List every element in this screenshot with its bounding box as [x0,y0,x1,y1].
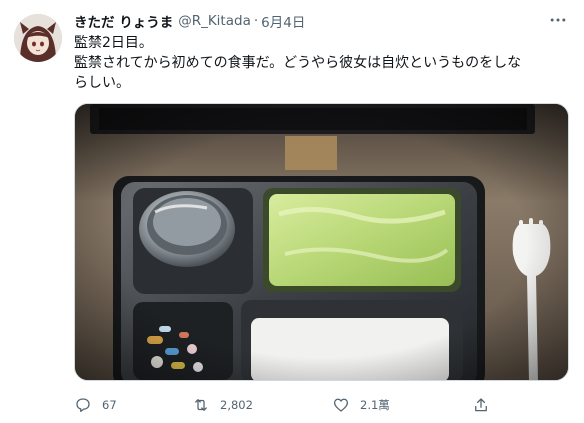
avatar[interactable] [14,14,62,62]
share-button[interactable] [472,392,490,418]
reply-button[interactable]: 67 [74,392,117,418]
avatar-image [14,14,62,62]
tweet-text-line: 監禁2日目。 [74,35,153,51]
tweet-text: 監禁2日目。 監禁されてから初めての食事だ。どうやら彼女は自炊というものをしな … [74,33,574,93]
tweet-photo[interactable] [74,103,569,381]
display-name[interactable]: きただ りょうま [74,11,173,31]
tweet-text-line: らしい。 [74,75,130,91]
retweet-count: 2,802 [220,398,253,412]
tweet-date[interactable]: 6月4日 [261,11,305,31]
tweet-text-line: 監禁されてから初めての食事だ。どうやら彼女は自炊というものをしな [74,55,522,71]
tweet-header: きただ りょうま @R_Kitada · 6月4日 [74,11,305,31]
share-icon [475,398,487,412]
retweet-button[interactable]: 2,802 [192,392,253,418]
retweet-icon [195,399,207,411]
like-count: 2.1萬 [360,398,390,412]
tweet-actions: 67 2,802 2.1萬 [74,392,554,418]
user-handle[interactable]: @R_Kitada [178,13,251,29]
like-button[interactable]: 2.1萬 [332,392,390,418]
meal-tray-photo [75,104,568,380]
heart-icon [333,398,349,412]
separator-dot: · [253,13,259,29]
tweet-card: きただ りょうま @R_Kitada · 6月4日 監禁2日目。 監禁されてから… [0,0,584,423]
more-button[interactable] [544,8,572,32]
more-icon [550,18,566,22]
reply-count: 67 [102,398,117,412]
reply-icon [76,398,90,413]
